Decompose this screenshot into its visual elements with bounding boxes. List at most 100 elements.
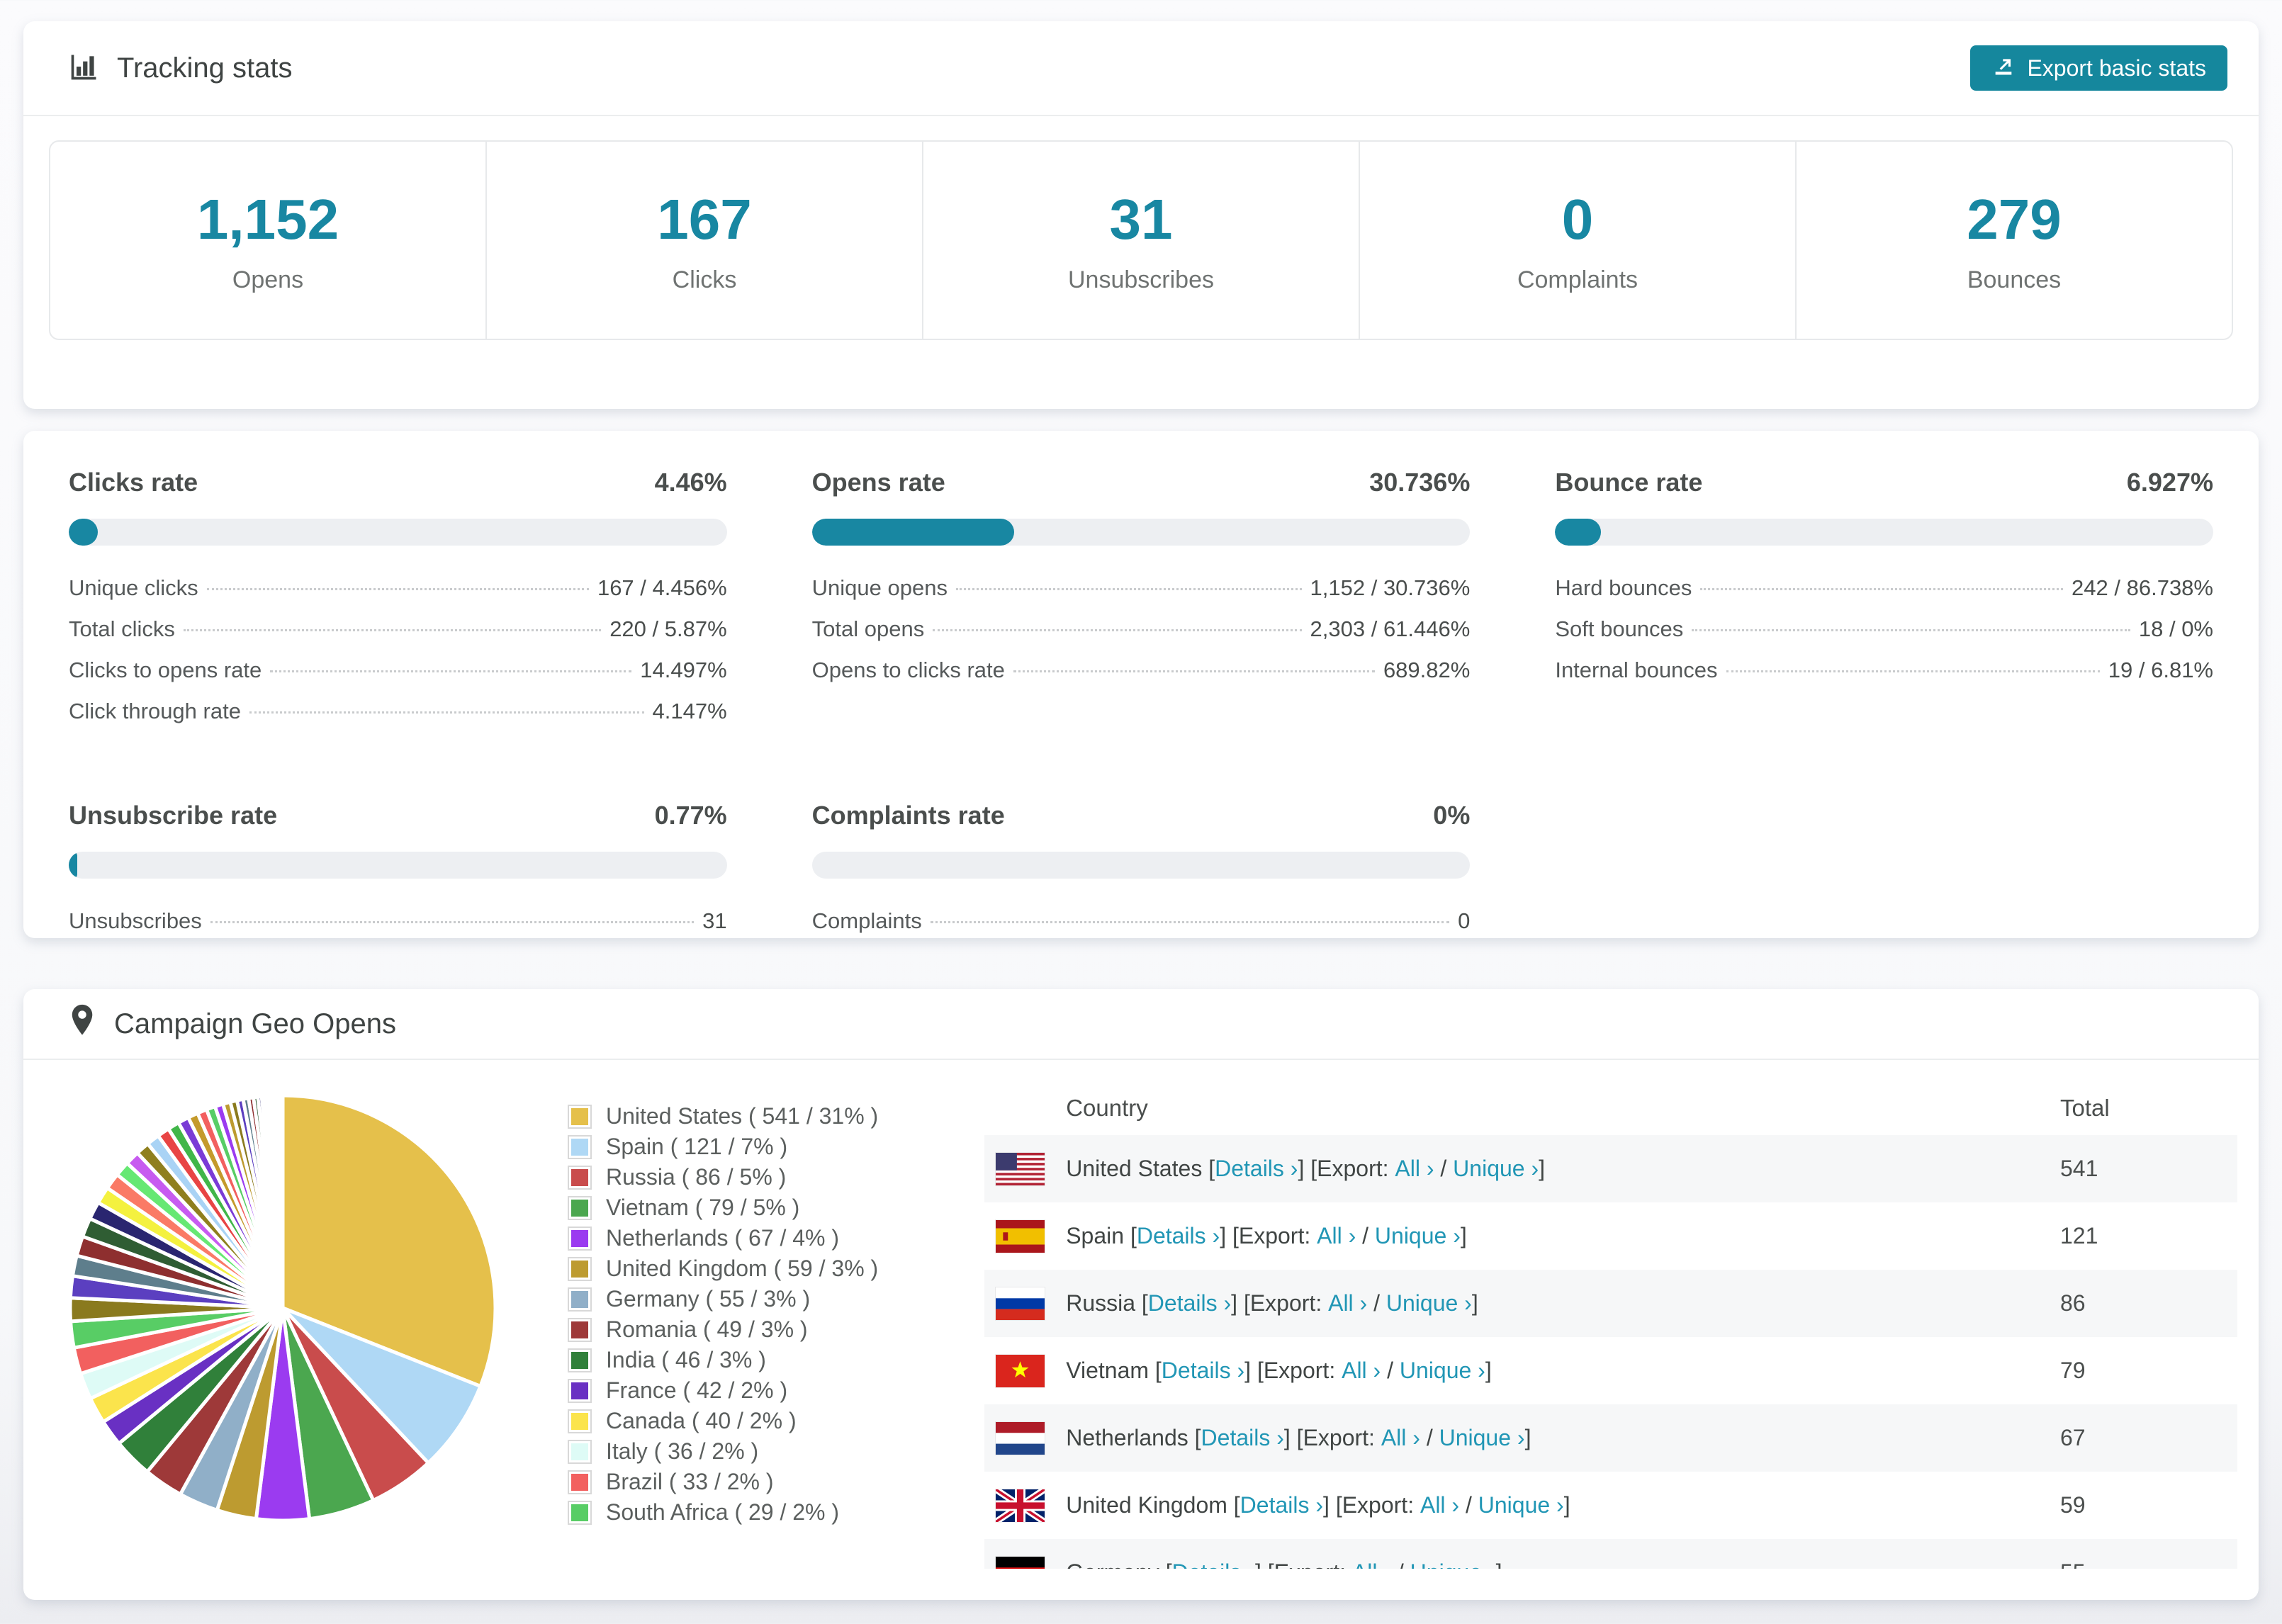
stat-row-label: Complaints [811,908,922,933]
rate-value: 30.736% [1369,468,1471,497]
geo-table-header: Country Total [984,1081,2237,1135]
rate-block: Clicks rate 4.46% Unique clicks 167 / 4.… [69,468,727,740]
stat-row-label: Unique clicks [69,575,198,600]
legend-item: Spain ( 121 / 7% ) [569,1132,878,1162]
details-link[interactable]: Details › [1172,1560,1255,1569]
export-all-link[interactable]: All › [1381,1425,1420,1451]
export-all-link[interactable]: All › [1317,1223,1356,1249]
rate-value: 6.927% [2126,468,2213,497]
export-all-link[interactable]: All › [1342,1358,1381,1384]
table-row: Vietnam [Details ›] [Export: All › / Uni… [984,1337,2237,1404]
rate-block: Opens rate 30.736% Unique opens 1,152 / … [811,468,1471,740]
dotted-leader [933,629,1302,631]
dotted-leader [1700,588,2064,590]
stat-row-label: Opens to clicks rate [811,658,1005,682]
rate-block: Bounce rate 6.927% Hard bounces 242 / 86… [1555,468,2213,740]
legend-item: South Africa ( 29 / 2% ) [569,1497,878,1528]
stat-row: Total clicks 220 / 5.87% [69,616,727,658]
country-column-header: Country [1066,1095,1148,1121]
legend-swatch [569,1471,590,1493]
geo-table: Country Total United States [Details ›] … [984,1081,2237,1569]
stat-row: Internal bounces 19 / 6.81% [1555,658,2213,699]
geo-pie-chart [63,1088,502,1569]
progress-fill [69,519,99,546]
details-link[interactable]: Details › [1148,1290,1231,1316]
table-row: Russia [Details ›] [Export: All › / Uniq… [984,1270,2237,1337]
stat-row-value: 220 / 5.87% [609,616,727,641]
export-all-link[interactable]: All › [1328,1290,1367,1316]
details-link[interactable]: Details › [1201,1425,1284,1451]
rate-value: 0% [1433,801,1471,830]
stat-row-label: Unsubscribes [69,908,202,933]
export-all-link[interactable]: All › [1395,1156,1434,1182]
table-row: United Kingdom [Details ›] [Export: All … [984,1472,2237,1539]
legend-item: France ( 42 / 2% ) [569,1375,878,1406]
stat-row-label: Soft bounces [1555,616,1684,641]
legend-item: Italy ( 36 / 2% ) [569,1436,878,1467]
export-unique-link[interactable]: Unique › [1478,1492,1564,1518]
export-unique-link[interactable]: Unique › [1375,1223,1461,1249]
dotted-leader [1692,629,2130,631]
progress-fill [811,519,1015,546]
country-flag-icon [996,1421,1045,1455]
stat-row-label: Click through rate [69,699,241,723]
export-all-link[interactable]: All › [1420,1492,1459,1518]
bar-chart-icon [69,51,100,86]
stat-row-label: Total opens [811,616,925,641]
stat-label: Opens [232,266,304,293]
legend-label: South Africa ( 29 / 2% ) [606,1499,840,1525]
legend-label: Russia ( 86 / 5% ) [606,1164,787,1190]
geo-section-title: Campaign Geo Opens [114,1008,397,1039]
legend-item: Vietnam ( 79 / 5% ) [569,1192,878,1223]
stat-row-value: 2,303 / 61.446% [1310,616,1471,641]
export-unique-link[interactable]: Unique › [1453,1156,1539,1182]
details-link[interactable]: Details › [1215,1156,1298,1182]
country-name: Germany [1066,1560,1159,1569]
progress-bar [811,519,1471,546]
table-row: Spain [Details ›] [Export: All › / Uniqu… [984,1202,2237,1270]
export-button-label: Export basic stats [2027,55,2206,81]
rates-card: Clicks rate 4.46% Unique clicks 167 / 4.… [23,431,2259,938]
progress-bar [69,519,727,546]
stat-row: Complaints 0 [812,908,1471,949]
export-basic-stats-button[interactable]: Export basic stats [1970,45,2227,91]
legend-swatch [569,1105,590,1127]
stat-value: 279 [1967,187,2062,251]
dotted-leader [249,711,644,714]
rate-title: Unsubscribe rate [69,801,278,830]
stat-label: Clicks [672,266,737,293]
progress-bar [1555,519,2213,546]
export-unique-link[interactable]: Unique › [1400,1358,1485,1384]
legend-label: Romania ( 49 / 3% ) [606,1316,808,1342]
export-unique-link[interactable]: Unique › [1386,1290,1472,1316]
country-flag-icon [996,1219,1045,1253]
legend-swatch [569,1227,590,1249]
stat-row-label: Clicks to opens rate [69,658,262,682]
stat-box: 31 Unsubscribes [922,142,1359,339]
legend-swatch [569,1166,590,1188]
legend-label: Spain ( 121 / 7% ) [606,1134,788,1159]
country-name: Spain [1066,1223,1125,1248]
stat-row-value: 14.497% [640,658,727,682]
dotted-leader [210,921,695,923]
export-unique-link[interactable]: Unique › [1439,1425,1525,1451]
dotted-leader [955,588,1302,590]
country-name: Vietnam [1066,1358,1150,1383]
country-total: 86 [2060,1290,2086,1316]
legend-item: Russia ( 86 / 5% ) [569,1162,878,1192]
details-link[interactable]: Details › [1162,1358,1244,1384]
progress-fill [1555,519,1601,546]
legend-item: United States ( 541 / 31% ) [569,1101,878,1132]
legend-swatch [569,1288,590,1310]
export-all-link[interactable]: All › [1352,1560,1391,1569]
stat-row: Unique opens 1,152 / 30.736% [812,575,1471,616]
stat-row-label: Total clicks [69,616,175,641]
legend-label: United States ( 541 / 31% ) [606,1103,879,1129]
country-name: United Kingdom [1066,1492,1227,1518]
details-link[interactable]: Details › [1240,1492,1323,1518]
details-link[interactable]: Details › [1137,1223,1220,1249]
legend-swatch [569,1136,590,1158]
export-unique-link[interactable]: Unique › [1410,1560,1496,1569]
legend-label: United Kingdom ( 59 / 3% ) [606,1256,879,1281]
stat-row-label: Hard bounces [1555,575,1692,600]
